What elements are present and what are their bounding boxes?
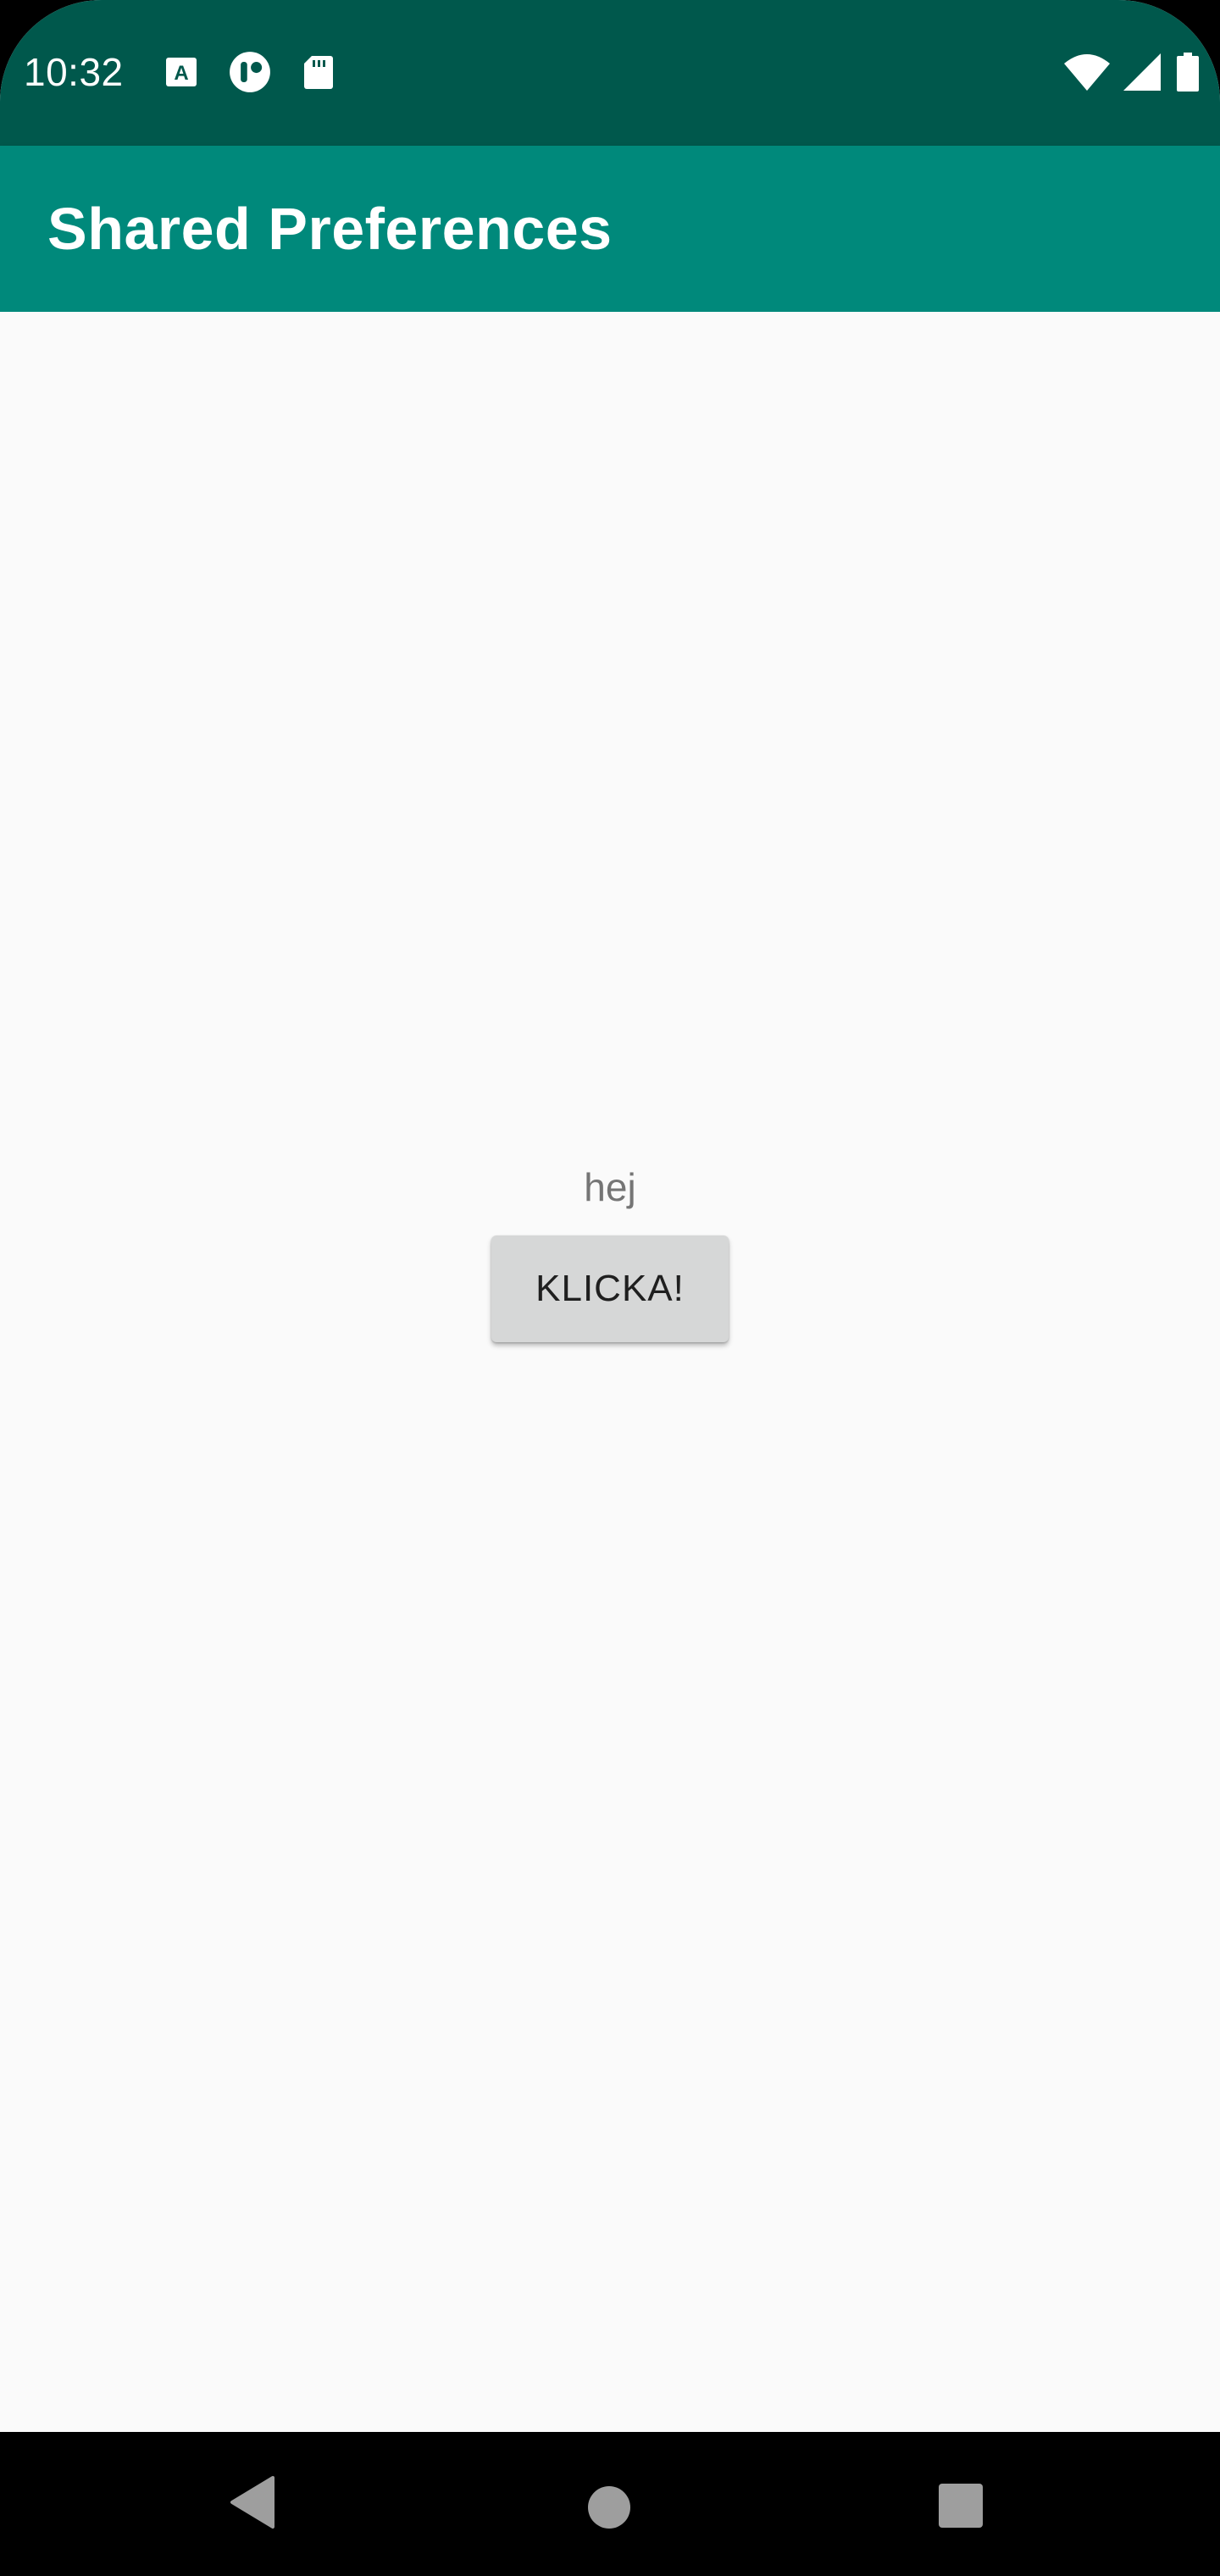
status-bar: 10:32 A	[0, 0, 1220, 146]
status-icons-left: A	[163, 51, 337, 93]
status-time: 10:32	[24, 50, 124, 94]
klicka-button[interactable]: KLICKA!	[491, 1235, 729, 1342]
back-icon[interactable]	[229, 2476, 276, 2529]
status-icons-right	[1064, 53, 1200, 92]
notification-dot-icon	[230, 52, 270, 92]
sd-card-icon	[304, 56, 333, 89]
navigation-bar	[0, 2432, 1220, 2576]
app-title: Shared Preferences	[47, 196, 613, 262]
home-icon[interactable]	[586, 2484, 632, 2530]
wifi-icon	[1064, 54, 1110, 91]
recents-icon[interactable]	[938, 2483, 984, 2529]
svg-text:A: A	[174, 62, 188, 85]
battery-icon	[1177, 53, 1199, 92]
text-a-icon: A	[166, 58, 197, 86]
cell-signal-icon	[1123, 53, 1161, 91]
phone-screen: 10:32 A Shared Preferences hej KLICKA!	[0, 0, 1220, 2576]
app-bar: Shared Preferences	[0, 146, 1220, 312]
main-content: hej KLICKA!	[0, 312, 1220, 2432]
hej-label: hej	[584, 1165, 636, 1209]
